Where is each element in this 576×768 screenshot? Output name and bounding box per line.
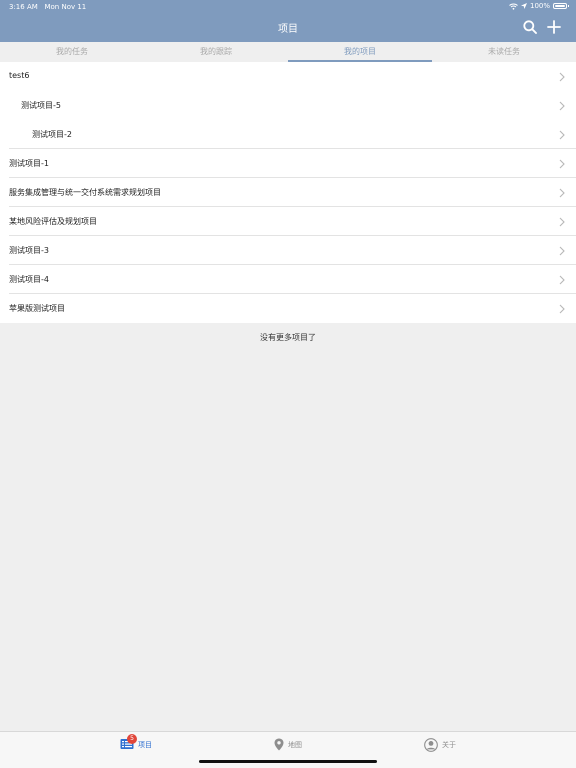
chevron-right-icon (559, 275, 565, 285)
add-project-button[interactable] (545, 18, 563, 36)
project-row[interactable]: 苹果版测试项目 (0, 294, 576, 323)
chevron-right-icon (559, 72, 565, 82)
tabbar-projects-label: 项目 (138, 741, 152, 749)
tabbar-map[interactable]: 地图 (274, 738, 302, 751)
project-list-icon-wrap: 5 (120, 734, 137, 752)
battery-icon (553, 3, 569, 9)
tab-unread-tasks[interactable]: 未读任务 (432, 42, 576, 62)
status-time-text: 3:16 AM (9, 3, 38, 11)
battery-percent: 100% (529, 2, 550, 10)
project-name: 服务集成管理与统一交付系统需求规划项目 (9, 188, 161, 197)
status-date-text: Mon Nov 11 (44, 3, 87, 11)
project-list: test6 测试项目-5 测试项目-2 测试项目-1 服务集成管理与统一交付系统… (0, 62, 576, 323)
tabbar-about[interactable]: 关于 (424, 738, 456, 752)
app-screen: 3:16 AM Mon Nov 11 100% 项目 我的任务 我的跟踪 我的项… (0, 0, 576, 768)
project-name: 某地风险评估及规划项目 (9, 217, 97, 226)
project-name: test6 (9, 71, 30, 80)
chevron-right-icon (559, 217, 565, 227)
project-name: 测试项目-3 (9, 246, 49, 255)
project-row[interactable]: 某地风险评估及规划项目 (0, 207, 576, 236)
project-row[interactable]: 服务集成管理与统一交付系统需求规划项目 (0, 178, 576, 207)
chevron-right-icon (559, 188, 565, 198)
plus-icon (547, 20, 561, 34)
project-name: 测试项目-2 (32, 130, 72, 139)
tabbar-about-label: 关于 (442, 741, 456, 749)
wifi-icon (509, 3, 518, 10)
chevron-right-icon (559, 159, 565, 169)
chevron-right-icon (559, 246, 565, 256)
project-name: 测试项目-5 (21, 101, 61, 110)
home-indicator (199, 760, 377, 763)
search-button[interactable] (521, 18, 539, 36)
map-pin-icon (274, 738, 284, 751)
status-time: 3:16 AM Mon Nov 11 (9, 3, 86, 11)
project-name: 测试项目-1 (9, 159, 49, 168)
status-indicators: 100% (509, 2, 569, 10)
navigation-bar: 3:16 AM Mon Nov 11 100% 项目 (0, 0, 576, 42)
project-row[interactable]: test6 (0, 62, 576, 91)
chevron-right-icon (559, 101, 565, 111)
project-row[interactable]: 测试项目-2 (0, 120, 576, 149)
user-profile-icon (424, 738, 438, 752)
project-name: 苹果版测试项目 (9, 304, 65, 313)
tabbar-projects[interactable]: 5 项目 (120, 734, 152, 752)
search-icon (523, 20, 537, 34)
location-arrow-icon (520, 3, 527, 9)
chevron-right-icon (559, 130, 565, 140)
project-row[interactable]: 测试项目-1 (0, 149, 576, 178)
no-more-projects-text: 没有更多项目了 (260, 333, 316, 342)
project-row[interactable]: 测试项目-5 (0, 91, 576, 120)
status-bar: 3:16 AM Mon Nov 11 100% (0, 0, 576, 13)
tab-my-tasks[interactable]: 我的任务 (0, 42, 144, 62)
tabbar-map-label: 地图 (288, 740, 302, 749)
tab-my-tracking[interactable]: 我的跟踪 (144, 42, 288, 62)
segment-tabs: 我的任务 我的跟踪 我的项目 未读任务 (0, 42, 576, 62)
tab-my-projects[interactable]: 我的项目 (288, 42, 432, 62)
chevron-right-icon (559, 304, 565, 314)
project-name: 测试项目-4 (9, 275, 49, 284)
page-title: 项目 (278, 24, 298, 35)
notification-badge: 5 (127, 734, 137, 744)
project-row[interactable]: 测试项目-4 (0, 265, 576, 294)
project-row[interactable]: 测试项目-3 (0, 236, 576, 265)
